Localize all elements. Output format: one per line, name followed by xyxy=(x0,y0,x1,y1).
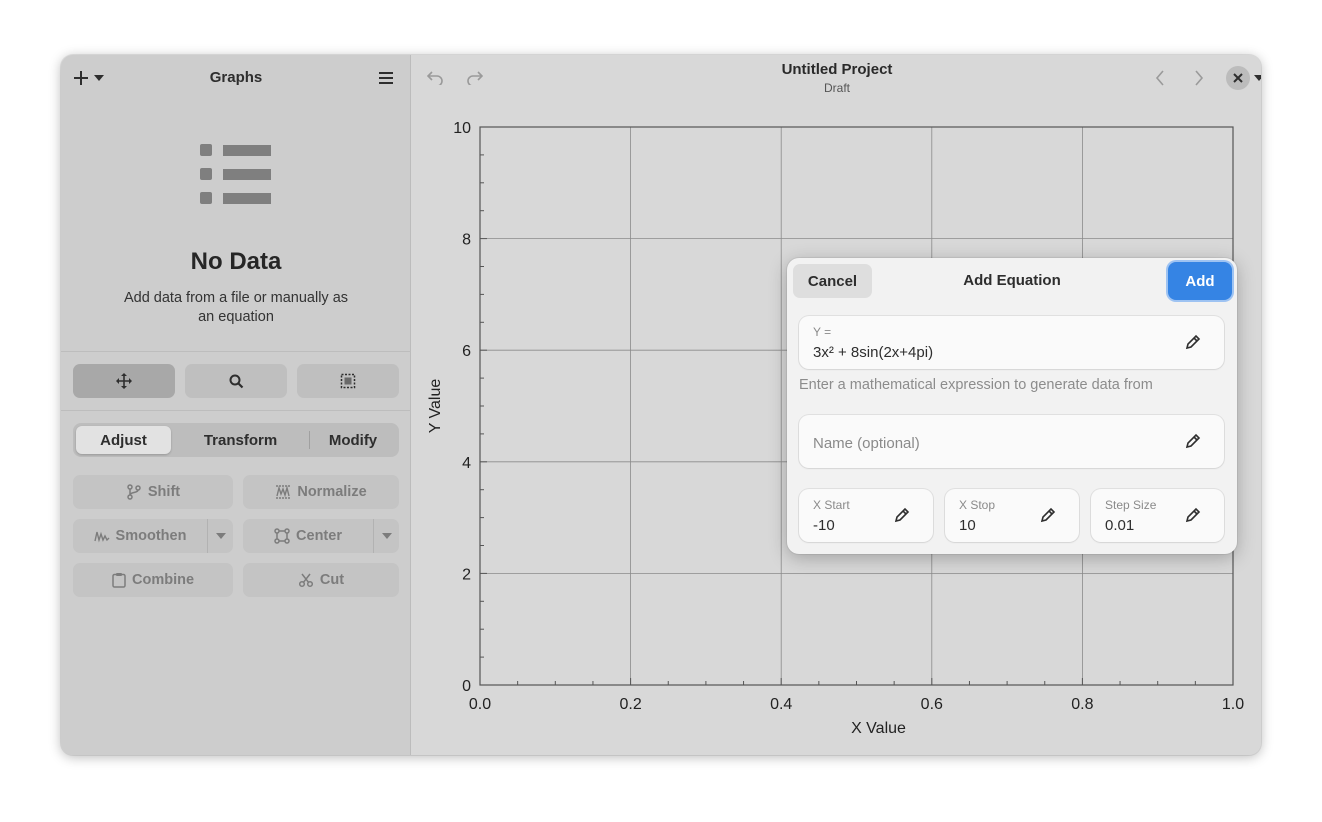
cut-button[interactable]: Cut xyxy=(243,563,399,597)
pencil-icon xyxy=(1185,507,1201,523)
undo-icon xyxy=(426,71,443,85)
project-title: Untitled Project xyxy=(781,61,893,78)
edit-button[interactable] xyxy=(1183,505,1203,525)
main-area: 0.0 0.2 0.4 0.6 0.8 1.0 0 2 4 6 8 10 X Value Y Value … xyxy=(412,55,1261,755)
center-icon xyxy=(274,528,290,544)
dialog-title: Add Equation xyxy=(963,272,1061,289)
name-field[interactable]: Name (optional) xyxy=(799,415,1224,468)
y-tick-label: 8 xyxy=(462,232,471,249)
chevron-left-icon xyxy=(1155,70,1164,86)
combine-label: Combine xyxy=(131,572,195,588)
smoothen-icon xyxy=(93,531,110,543)
redo-icon xyxy=(467,71,484,85)
empty-state-title: No Data xyxy=(190,248,282,275)
combine-button[interactable]: Combine xyxy=(73,563,233,597)
y-tick-label: 4 xyxy=(462,455,471,472)
shift-button[interactable]: Shift xyxy=(73,475,233,509)
step-size-field[interactable]: Step Size 0.01 xyxy=(1091,489,1224,542)
y-axis-label: Y Value xyxy=(427,379,444,434)
normalize-button[interactable]: Normalize xyxy=(243,475,399,509)
equation-label: Y = xyxy=(813,325,832,339)
shift-label: Shift xyxy=(147,484,181,500)
close-icon xyxy=(1233,73,1243,83)
pencil-icon xyxy=(894,507,910,523)
hamburger-icon xyxy=(379,72,393,84)
x-axis-label: X Value xyxy=(851,720,906,737)
view-forward-button[interactable] xyxy=(1188,67,1210,89)
x-tick-label: 0.0 xyxy=(469,696,491,713)
smoothen-options-button[interactable] xyxy=(207,519,233,553)
step-size-value: 0.01 xyxy=(1105,517,1135,534)
chevron-down-icon xyxy=(215,533,226,539)
edit-button[interactable] xyxy=(1038,505,1058,525)
select-mode-button[interactable] xyxy=(297,364,399,398)
close-button[interactable] xyxy=(1226,66,1250,90)
y-tick-label: 6 xyxy=(462,343,471,360)
x-tick-label: 1.0 xyxy=(1222,696,1244,713)
y-tick-label: 10 xyxy=(453,120,471,137)
cut-label: Cut xyxy=(319,572,345,588)
x-tick-label: 0.4 xyxy=(770,696,792,713)
x-tick-label: 0.6 xyxy=(921,696,943,713)
branch-icon xyxy=(127,484,141,500)
add-button[interactable]: Add xyxy=(1168,262,1232,300)
zoom-mode-button[interactable] xyxy=(185,364,287,398)
main-menu-button[interactable] xyxy=(373,66,399,90)
pencil-icon xyxy=(1185,334,1201,350)
center-button[interactable]: Center xyxy=(243,519,373,553)
list-icon xyxy=(200,144,271,204)
chevron-right-icon xyxy=(1195,70,1204,86)
y-tick-label: 0 xyxy=(462,678,471,695)
selection-icon xyxy=(340,373,356,389)
cancel-button[interactable]: Cancel xyxy=(793,264,872,298)
y-tick-label: 2 xyxy=(462,566,471,583)
scissors-icon xyxy=(298,573,313,588)
step-size-label: Step Size xyxy=(1105,498,1157,512)
edit-button[interactable] xyxy=(892,505,912,525)
sidebar: Graphs No Data Add data from a file or m… xyxy=(61,55,411,755)
pencil-icon xyxy=(1040,507,1056,523)
divider xyxy=(61,410,411,411)
sidebar-title: Graphs xyxy=(209,69,263,86)
pencil-icon xyxy=(1185,433,1201,449)
normalize-icon xyxy=(276,485,291,499)
center-options-button[interactable] xyxy=(373,519,399,553)
search-icon xyxy=(229,374,243,388)
normalize-label: Normalize xyxy=(297,484,367,500)
divider xyxy=(61,351,411,352)
equation-hint: Enter a mathematical expression to gener… xyxy=(799,377,1153,393)
app-window: Graphs No Data Add data from a file or m… xyxy=(61,55,1261,755)
undo-button[interactable] xyxy=(424,67,446,89)
operations-tab-switcher: Adjust Transform Modify xyxy=(73,423,399,457)
empty-state-description: Add data from a file or manually as an e… xyxy=(123,290,349,325)
x-start-label: X Start xyxy=(813,498,850,512)
add-equation-dialog: Cancel Add Equation Add Y = 3x² + 8sin(2… xyxy=(787,258,1237,554)
x-start-field[interactable]: X Start -10 xyxy=(799,489,933,542)
equation-value: 3x² + 8sin(2x+4pi) xyxy=(813,344,934,361)
smoothen-label: Smoothen xyxy=(115,528,187,544)
name-placeholder: Name (optional) xyxy=(813,435,920,452)
x-tick-label: 0.8 xyxy=(1071,696,1093,713)
x-stop-label: X Stop xyxy=(959,498,996,512)
tab-modify[interactable]: Modify xyxy=(310,426,396,454)
view-back-button[interactable] xyxy=(1149,67,1171,89)
equation-field[interactable]: Y = 3x² + 8sin(2x+4pi) xyxy=(799,316,1224,369)
x-stop-value: 10 xyxy=(959,517,976,534)
tab-adjust[interactable]: Adjust xyxy=(76,426,171,454)
chevron-down-icon xyxy=(381,533,392,539)
x-tick-label: 0.2 xyxy=(619,696,641,713)
x-start-value: -10 xyxy=(813,517,835,534)
pan-mode-button[interactable] xyxy=(73,364,175,398)
project-subtitle: Draft xyxy=(823,81,850,95)
smoothen-button[interactable]: Smoothen xyxy=(73,519,207,553)
redo-button[interactable] xyxy=(464,67,486,89)
x-stop-field[interactable]: X Stop 10 xyxy=(945,489,1079,542)
move-icon xyxy=(116,373,132,389)
tab-transform[interactable]: Transform xyxy=(173,426,308,454)
center-label: Center xyxy=(296,528,342,544)
clipboard-icon xyxy=(112,573,126,588)
sidebar-header: Graphs xyxy=(61,55,411,101)
edit-button[interactable] xyxy=(1183,431,1203,451)
edit-button[interactable] xyxy=(1183,332,1203,352)
